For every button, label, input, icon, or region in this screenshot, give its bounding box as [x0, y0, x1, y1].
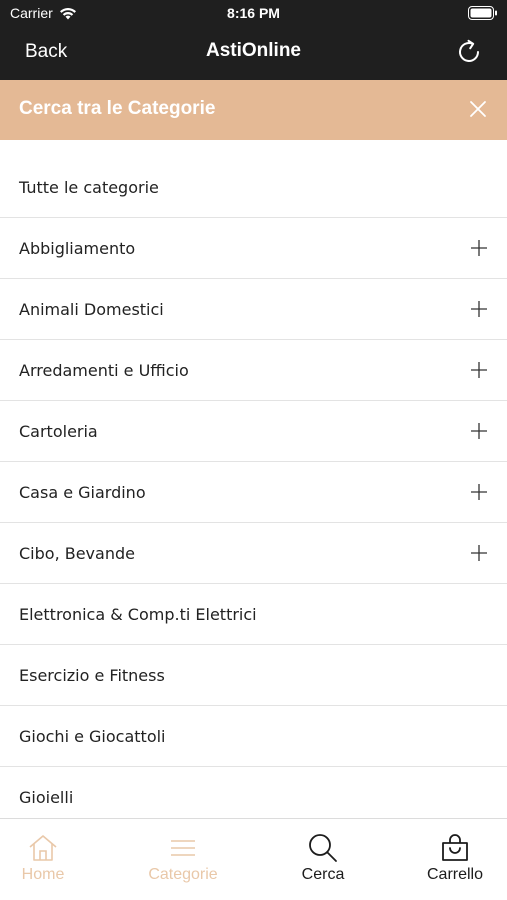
- category-row-cibo[interactable]: Cibo, Bevande: [0, 523, 507, 584]
- plus-icon[interactable]: [470, 300, 488, 318]
- category-label: Abbigliamento: [19, 238, 136, 258]
- tab-bar: Home Categorie Cerca Carrello: [0, 818, 507, 900]
- category-row-casa[interactable]: Casa e Giardino: [0, 462, 507, 523]
- category-row-animali[interactable]: Animali Domestici: [0, 279, 507, 340]
- tab-categorie[interactable]: Categorie: [120, 819, 246, 900]
- category-list: Tutte le categorie Abbigliamento Animali…: [0, 157, 507, 817]
- tab-cerca[interactable]: Cerca: [260, 819, 386, 900]
- category-label: Giochi e Giocattoli: [19, 726, 166, 746]
- status-time: 8:16 PM: [227, 5, 280, 21]
- refresh-icon[interactable]: [453, 36, 485, 68]
- plus-icon[interactable]: [470, 483, 488, 501]
- status-bar: Carrier 8:16 PM: [0, 0, 507, 26]
- navigation-bar: Back AstiOnline: [0, 26, 507, 80]
- category-row-esercizio[interactable]: Esercizio e Fitness: [0, 645, 507, 706]
- plus-icon[interactable]: [470, 361, 488, 379]
- cart-icon: [442, 834, 468, 861]
- app-title: AstiOnline: [205, 40, 301, 61]
- plus-icon[interactable]: [470, 422, 488, 440]
- category-label: Animali Domestici: [19, 299, 164, 319]
- tab-label: Carrello: [426, 866, 483, 883]
- category-row-gioielli[interactable]: Gioielli: [0, 767, 507, 817]
- category-row-all[interactable]: Tutte le categorie: [0, 157, 507, 218]
- battery-icon: [468, 6, 497, 20]
- category-row-cartoleria[interactable]: Cartoleria: [0, 401, 507, 462]
- category-label: Cartoleria: [19, 421, 98, 441]
- category-label: Casa e Giardino: [19, 482, 146, 502]
- search-icon: [309, 834, 337, 862]
- category-label: Cibo, Bevande: [19, 543, 135, 563]
- back-button[interactable]: Back: [25, 41, 67, 63]
- close-icon[interactable]: [469, 100, 487, 118]
- category-label: Esercizio e Fitness: [19, 665, 165, 685]
- tab-carrello[interactable]: Carrello: [392, 819, 507, 900]
- tab-label: Home: [21, 866, 65, 883]
- category-search-header: Cerca tra le Categorie: [0, 80, 507, 140]
- plus-icon[interactable]: [470, 239, 488, 257]
- category-search-title: Cerca tra le Categorie: [19, 98, 216, 119]
- category-label: Elettronica & Comp.ti Elettrici: [19, 604, 257, 624]
- category-row-elettronica[interactable]: Elettronica & Comp.ti Elettrici: [0, 584, 507, 645]
- tab-label: Cerca: [301, 866, 345, 883]
- category-label: Arredamenti e Ufficio: [19, 360, 189, 380]
- plus-icon[interactable]: [470, 544, 488, 562]
- category-row-arredamenti[interactable]: Arredamenti e Ufficio: [0, 340, 507, 401]
- tab-home[interactable]: Home: [0, 819, 106, 900]
- category-row-abbigliamento[interactable]: Abbigliamento: [0, 218, 507, 279]
- menu-icon: [171, 840, 195, 856]
- category-label: Gioielli: [19, 787, 74, 807]
- category-row-giochi[interactable]: Giochi e Giocattoli: [0, 706, 507, 767]
- home-icon: [29, 835, 57, 861]
- category-label: Tutte le categorie: [19, 177, 159, 197]
- tab-label: Categorie: [148, 866, 218, 883]
